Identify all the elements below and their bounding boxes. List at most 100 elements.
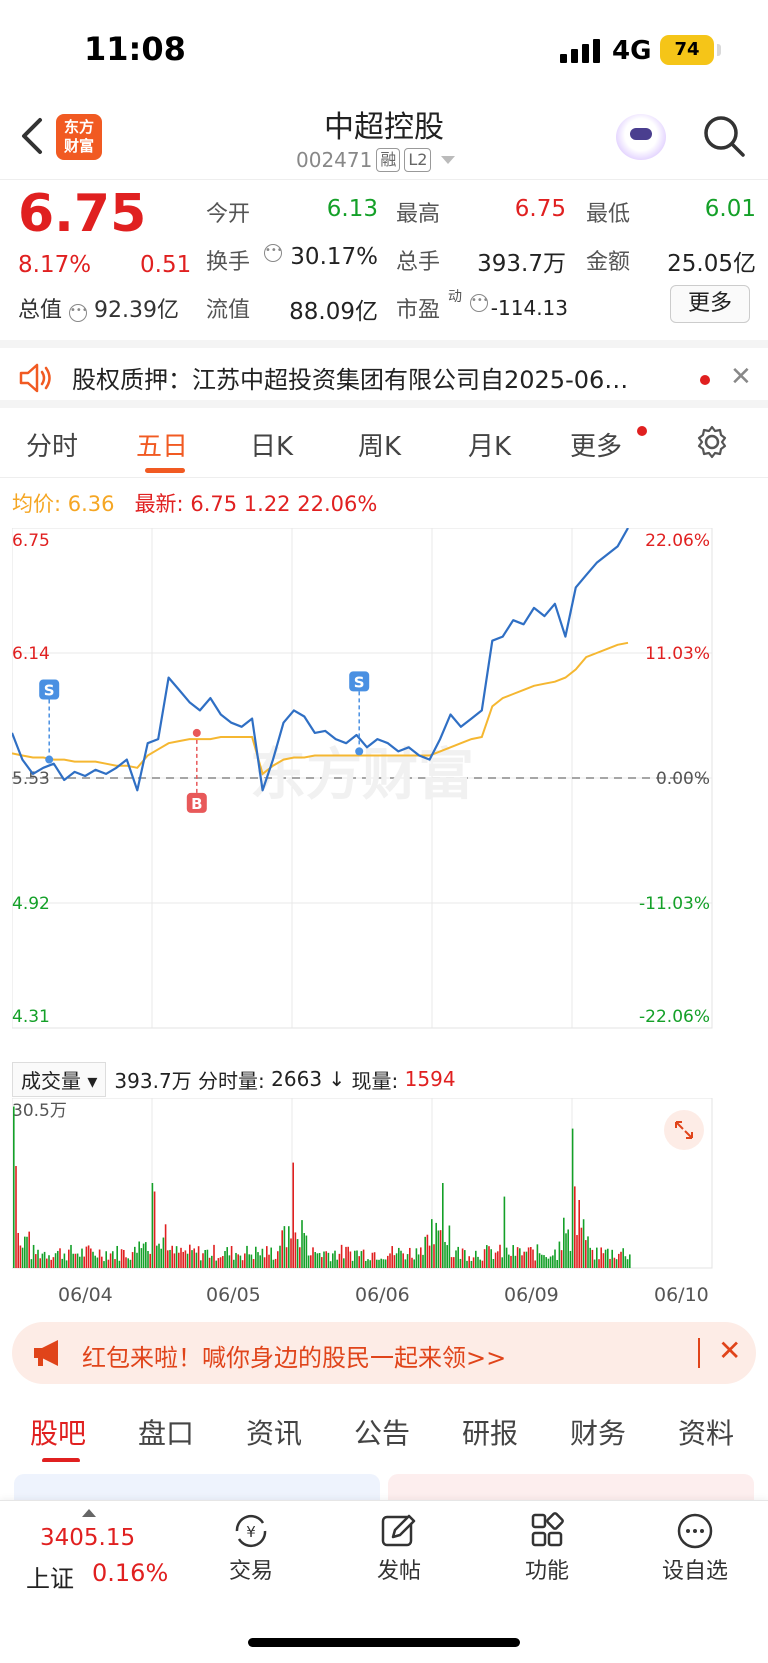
volume-bar	[142, 1243, 145, 1268]
y-axis-label: 4.92	[12, 894, 50, 914]
volume-bar	[589, 1247, 591, 1268]
tab-month-k[interactable]: 月K	[468, 426, 511, 463]
volume-bar	[129, 1259, 132, 1268]
volume-bar	[371, 1252, 374, 1268]
banner-divider	[698, 1338, 700, 1368]
five-day-price-chart[interactable]: 东方财富6.756.145.534.924.3122.06%11.03%0.00…	[12, 528, 756, 1058]
close-icon[interactable]: ✕	[730, 362, 752, 392]
index-value: 3405.15	[40, 1525, 136, 1551]
tab-research[interactable]: 研报	[462, 1412, 518, 1452]
volume-bar	[576, 1235, 578, 1268]
avg-value: 6.36	[67, 492, 115, 516]
volume-bar	[622, 1248, 624, 1268]
search-icon[interactable]	[702, 114, 746, 158]
now-volume-value: 1594	[404, 1067, 456, 1091]
tab-more[interactable]: 更多	[570, 426, 622, 463]
volume-bar	[615, 1259, 618, 1268]
megaphone-icon	[34, 1340, 58, 1366]
volume-bar	[354, 1250, 356, 1268]
tab-fenshi[interactable]: 分时	[26, 426, 78, 463]
nav-add-watchlist[interactable]: 设自选	[650, 1511, 740, 1585]
volume-bar	[208, 1257, 211, 1268]
volume-bar	[574, 1186, 576, 1268]
volume-bar	[167, 1250, 169, 1268]
volume-bar	[285, 1247, 288, 1268]
volume-bar	[585, 1240, 587, 1268]
volume-bar	[461, 1248, 464, 1268]
volume-selector[interactable]: 成交量 ▾	[12, 1061, 107, 1097]
stock-code-row[interactable]: 002471 融 L2	[296, 148, 456, 172]
y-axis-label: 4.31	[12, 1007, 50, 1027]
volume-bar	[19, 1245, 22, 1268]
nav-functions[interactable]: 功能	[502, 1511, 592, 1585]
volume-bar	[384, 1259, 387, 1268]
status-time: 11:08	[84, 30, 186, 68]
tab-week-k[interactable]: 周K	[358, 426, 401, 463]
volume-bar	[266, 1246, 268, 1268]
volume-bar	[453, 1257, 455, 1268]
latest-value: 6.75	[190, 492, 238, 516]
tab-news[interactable]: 资讯	[246, 1412, 302, 1452]
volume-bar	[360, 1251, 363, 1268]
float-value: 88.09亿	[289, 299, 378, 325]
volume-bar	[369, 1260, 371, 1268]
robot-assistant-icon[interactable]	[616, 114, 666, 160]
volume-bar	[118, 1260, 121, 1268]
volume-bar	[292, 1162, 294, 1268]
volume-bar	[534, 1260, 536, 1268]
pe-label: 市盈	[396, 298, 441, 323]
volume-bar	[120, 1249, 123, 1268]
volume-bar	[235, 1252, 237, 1268]
volume-bar	[13, 1106, 15, 1268]
nav-trade[interactable]: ¥ 交易	[206, 1511, 296, 1585]
volume-bar	[250, 1254, 253, 1268]
volume-bar	[523, 1251, 525, 1268]
volume-bar	[626, 1259, 629, 1268]
close-icon[interactable]: ✕	[718, 1334, 741, 1367]
volume-chart[interactable]: 30.5万	[12, 1098, 756, 1278]
tab-day-k[interactable]: 日K	[250, 426, 293, 463]
volume-bar	[424, 1236, 426, 1268]
volume-bar	[426, 1234, 429, 1268]
nav-label: 功能	[524, 1559, 569, 1584]
more-button[interactable]: 更多	[670, 285, 750, 323]
volume-bar	[237, 1254, 239, 1268]
tab-five-day[interactable]: 五日	[136, 426, 188, 463]
volume-bar	[446, 1245, 448, 1268]
volume-bar	[349, 1251, 352, 1268]
volume-bar	[378, 1259, 380, 1268]
volume-bar	[380, 1258, 382, 1268]
info-dots-icon[interactable]: •••	[69, 304, 88, 322]
volume-bar	[195, 1252, 198, 1268]
volume-bar	[472, 1257, 475, 1268]
volume-bar	[556, 1260, 558, 1268]
volume-bar	[439, 1230, 442, 1268]
chart-tabs: 分时 五日 日K 周K 月K 更多	[0, 410, 768, 478]
tab-pankou[interactable]: 盘口	[138, 1412, 194, 1452]
volume-bar	[545, 1257, 547, 1268]
volume-bar	[618, 1253, 620, 1268]
nav-label: 交易	[228, 1559, 273, 1584]
red-packet-banner[interactable]: 红包来啦！喊你身边的股民一起来领>> ✕	[12, 1322, 756, 1384]
tab-announcements[interactable]: 公告	[354, 1412, 410, 1452]
expand-button[interactable]	[664, 1110, 704, 1150]
volume-bar	[186, 1253, 189, 1268]
volume-bar	[428, 1245, 431, 1268]
volume-bar	[609, 1258, 611, 1268]
gear-icon[interactable]	[694, 424, 730, 460]
more-dots-icon	[677, 1513, 713, 1549]
tab-guba[interactable]: 股吧	[30, 1412, 86, 1452]
tab-finance[interactable]: 财务	[570, 1412, 626, 1452]
volume-bar	[125, 1257, 127, 1268]
tab-profile[interactable]: 资料	[678, 1412, 734, 1452]
nav-post[interactable]: 发帖	[354, 1511, 444, 1585]
volume-bar	[316, 1253, 319, 1268]
index-name: 上证	[26, 1565, 74, 1593]
volume-bar	[81, 1248, 83, 1268]
volume-bar	[226, 1247, 228, 1268]
volume-bar	[145, 1242, 147, 1268]
info-dots-icon[interactable]: •••	[264, 244, 283, 262]
notice-bar[interactable]: 股权质押：江苏中超投资集团有限公司自2025-06… ✕	[0, 340, 768, 408]
volume-bar	[222, 1256, 224, 1268]
volume-bar	[340, 1244, 343, 1268]
